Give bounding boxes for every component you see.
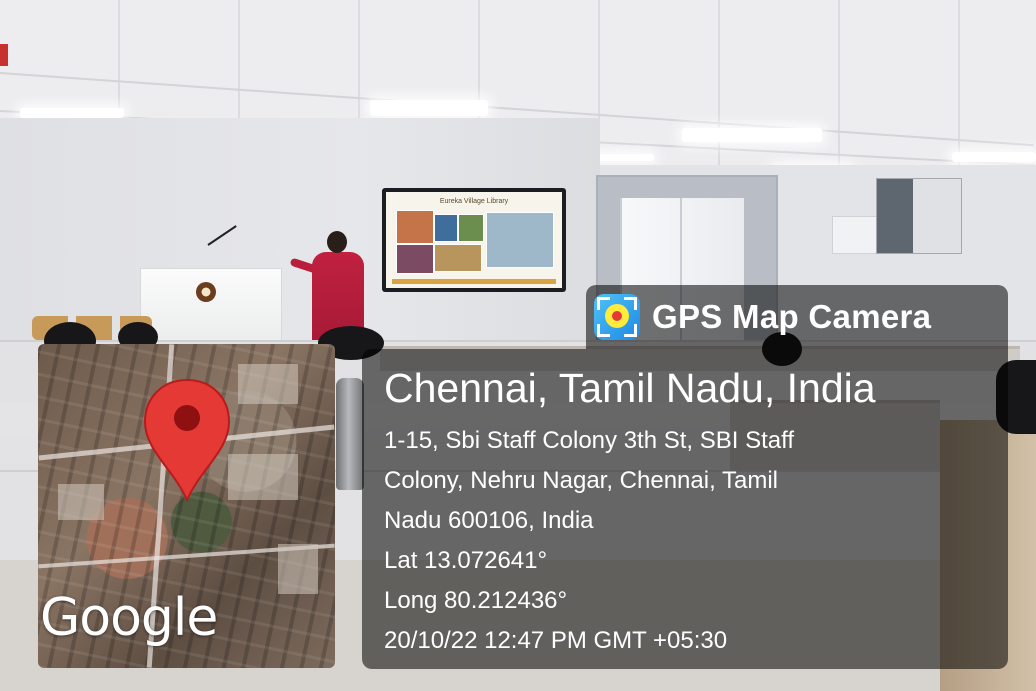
location-pin-icon (143, 378, 231, 502)
water-bottle (336, 378, 364, 490)
slide-photo (434, 244, 482, 272)
map-building (278, 544, 318, 594)
map-building (238, 364, 298, 404)
app-name: GPS Map Camera (652, 298, 932, 335)
tv-monitor: Eureka Village Library (382, 188, 566, 292)
slide-photo (396, 244, 434, 274)
slide-footer-bar (392, 279, 556, 284)
ceiling-light (682, 128, 822, 142)
latitude: Lat 13.072641° (384, 547, 548, 574)
address-line: Nadu 600106, India (384, 507, 594, 534)
air-conditioner (876, 178, 962, 254)
speaker-head (327, 231, 347, 253)
tv-slide-title: Eureka Village Library (439, 198, 509, 205)
map-building (58, 484, 104, 520)
longitude: Long 80.212436° (384, 587, 568, 614)
wall-box (832, 216, 882, 254)
corner-mark (0, 44, 8, 66)
slide-photo (458, 214, 484, 242)
ceiling-light (952, 152, 1036, 162)
location-title: Chennai, Tamil Nadu, India (384, 365, 876, 411)
ceiling-light (370, 100, 488, 116)
map-building (228, 454, 298, 500)
slide-photo (396, 210, 434, 244)
address-line: 1-15, Sbi Staff Colony 3th St, SBI Staff (384, 427, 795, 454)
slide-photo (434, 214, 458, 242)
podium-emblem (196, 282, 216, 302)
slide-photo (486, 212, 554, 268)
address-line: Colony, Nehru Nagar, Chennai, Tamil (384, 467, 778, 494)
ceiling-light (20, 108, 124, 118)
gps-map-camera-icon (594, 294, 640, 340)
satellite-map-thumbnail: Google (38, 344, 335, 668)
timestamp: 20/10/22 12:47 PM GMT +05:30 (384, 627, 728, 654)
app-brand-header: GPS Map Camera (586, 285, 1008, 349)
google-wordmark: Google (40, 588, 218, 648)
podium (140, 268, 282, 342)
location-info-panel: Chennai, Tamil Nadu, India 1-15, Sbi Sta… (362, 349, 1008, 669)
tv-screen: Eureka Village Library (386, 192, 562, 288)
